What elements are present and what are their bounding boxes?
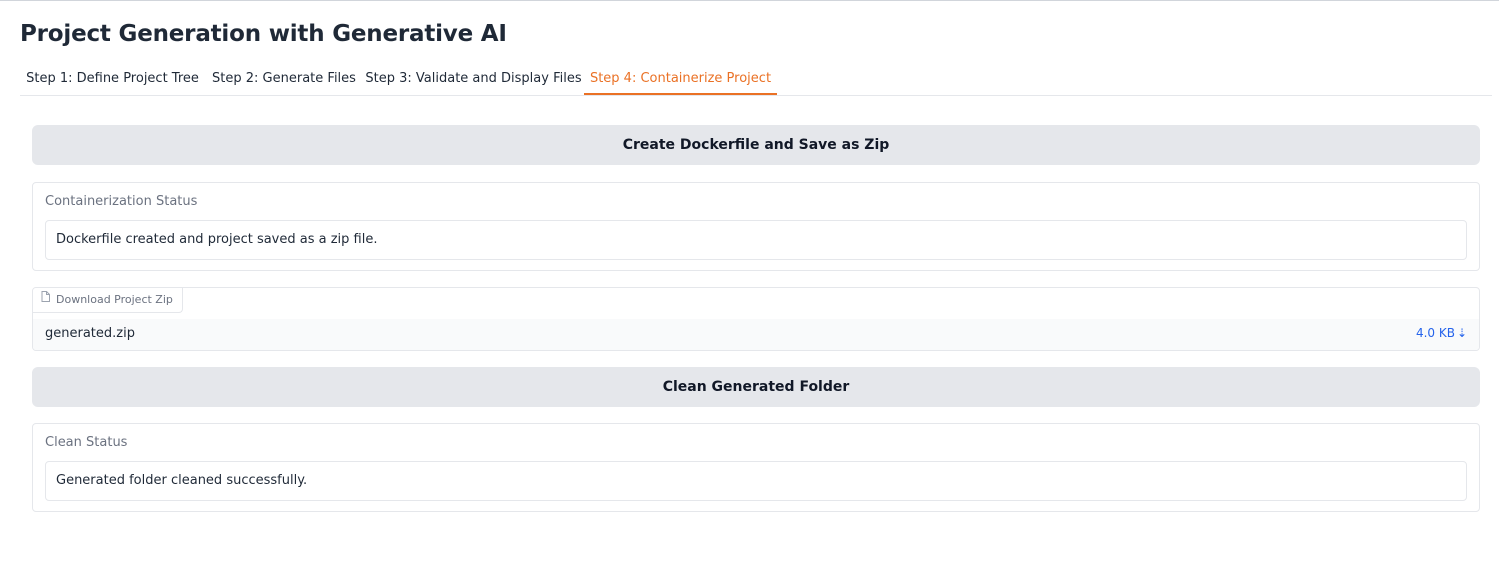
download-project-zip-panel: Download Project Zip generated.zip 4.0 K… (32, 287, 1480, 351)
clean-status-field[interactable]: Generated folder cleaned successfully. (45, 461, 1467, 501)
download-arrow-icon: ⇣ (1456, 326, 1467, 340)
page-title: Project Generation with Generative AI (20, 21, 507, 47)
tab-bar: Step 1: Define Project Tree Step 2: Gene… (20, 63, 1492, 96)
file-icon (41, 288, 50, 311)
file-download-link[interactable]: 4.0 KB ⇣ (1416, 319, 1467, 348)
containerization-status-label: Containerization Status (45, 194, 198, 209)
clean-status-panel: Clean Status Generated folder cleaned su… (32, 423, 1480, 512)
create-dockerfile-button[interactable]: Create Dockerfile and Save as Zip (32, 125, 1480, 165)
download-label-chip: Download Project Zip (33, 288, 183, 313)
clean-status-label: Clean Status (45, 435, 128, 450)
tab-containerize-project[interactable]: Step 4: Containerize Project (584, 63, 777, 95)
tab-validate-display-files[interactable]: Step 3: Validate and Display Files (363, 63, 584, 95)
file-name: generated.zip (45, 326, 135, 341)
tab-generate-files[interactable]: Step 2: Generate Files (205, 63, 363, 95)
file-size: 4.0 KB (1415, 326, 1455, 340)
containerization-status-panel: Containerization Status Dockerfile creat… (32, 182, 1480, 271)
clean-generated-folder-button[interactable]: Clean Generated Folder (32, 367, 1480, 407)
file-row[interactable]: generated.zip 4.0 KB ⇣ (33, 319, 1479, 350)
download-label-text: Download Project Zip (56, 293, 173, 306)
tab-define-project-tree[interactable]: Step 1: Define Project Tree (20, 63, 205, 95)
app-page: Project Generation with Generative AI St… (0, 0, 1499, 583)
containerization-status-field[interactable]: Dockerfile created and project saved as … (45, 220, 1467, 260)
